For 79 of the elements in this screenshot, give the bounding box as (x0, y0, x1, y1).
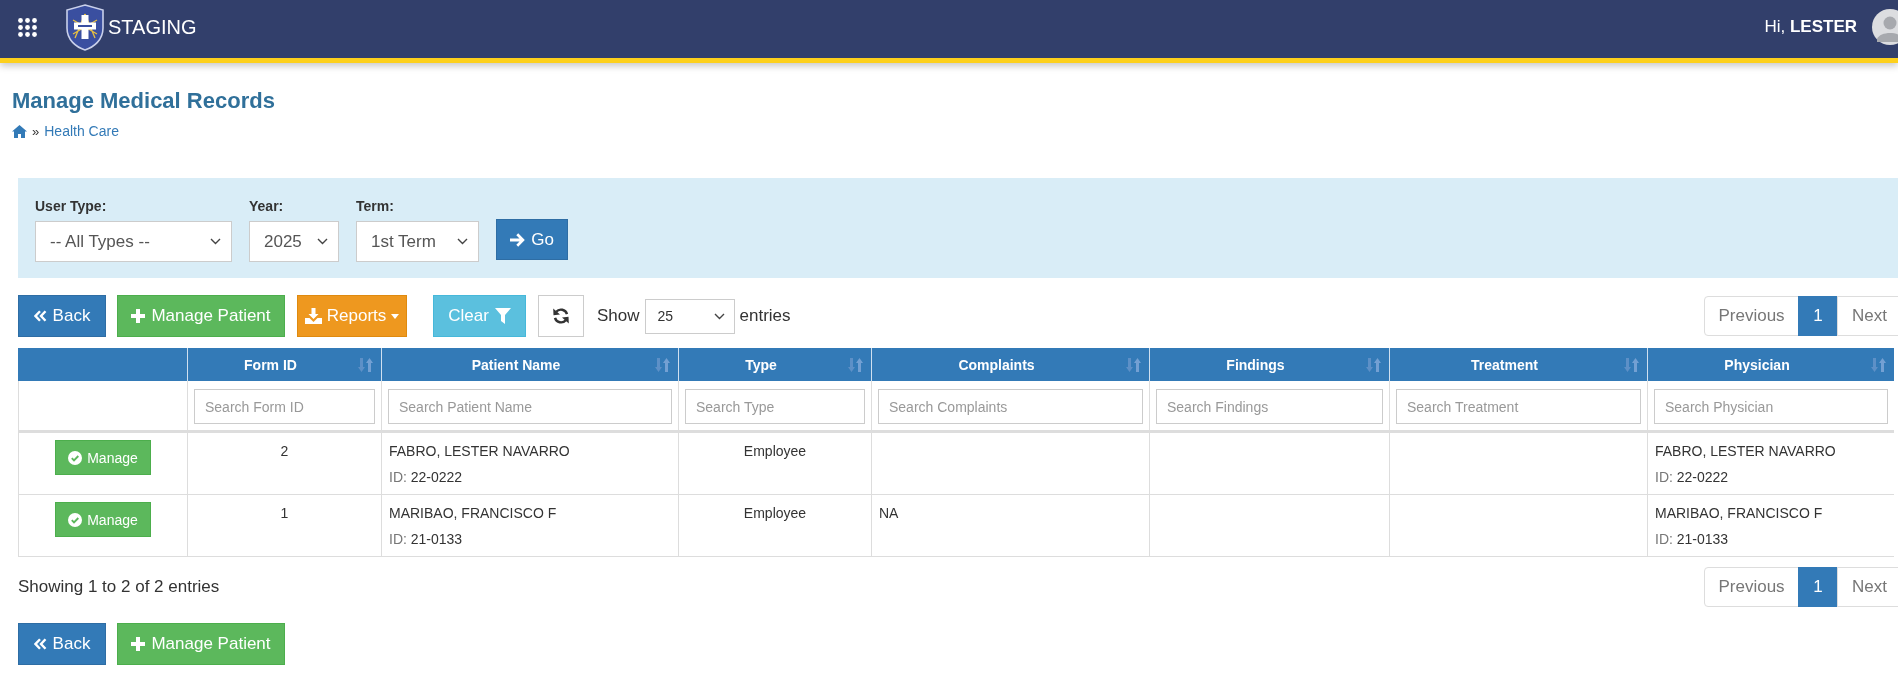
column-header[interactable]: Complaints (872, 348, 1150, 381)
page-title: Manage Medical Records (12, 88, 275, 114)
filter-select[interactable]: 1st Term (356, 221, 479, 262)
sort-icon[interactable] (1366, 357, 1381, 372)
table-cell: 1 (188, 495, 382, 557)
go-button[interactable]: Go (496, 219, 568, 260)
avatar-icon[interactable] (1872, 9, 1898, 45)
manage-button[interactable]: Manage (55, 502, 151, 537)
user-greeting[interactable]: Hi, LESTER (1764, 17, 1857, 37)
table-cell: Employee (679, 495, 872, 557)
app-title: STAGING (108, 15, 197, 39)
reports-button[interactable]: Reports (297, 295, 407, 337)
page-length-select[interactable]: 25 (644, 298, 735, 334)
person-id: ID: 22-0222 (389, 468, 463, 487)
search-field[interactable]: Search Form ID (194, 389, 375, 424)
filter-select[interactable]: 2025 (249, 221, 339, 262)
sort-icon[interactable] (655, 357, 670, 372)
back-button[interactable]: Back (18, 623, 106, 665)
entries-label: entries (739, 306, 791, 326)
double-chevron-left-icon (33, 638, 47, 650)
refresh-button[interactable] (538, 295, 584, 337)
table-cell: Employee (679, 433, 872, 495)
chevron-down-icon (317, 238, 328, 245)
sort-icon[interactable] (358, 357, 373, 372)
manage-patient-button[interactable]: Manage Patient (117, 623, 285, 665)
column-header[interactable]: Treatment (1390, 348, 1648, 381)
breadcrumb-link[interactable]: Health Care (44, 123, 119, 139)
sort-icon[interactable] (848, 357, 863, 372)
filter-icon (494, 308, 511, 324)
page-number-button[interactable]: 1 (1798, 567, 1839, 607)
double-chevron-left-icon (33, 310, 47, 322)
search-field[interactable]: Search Complaints (878, 389, 1143, 424)
column-header[interactable]: Physician (1648, 348, 1894, 381)
person-name: MARIBAO, FRANCISCO F (1655, 504, 1823, 523)
caret-down-icon (391, 313, 400, 319)
sort-icon[interactable] (1624, 357, 1639, 372)
chevron-down-icon (457, 238, 468, 245)
manage-button[interactable]: Manage (55, 440, 151, 475)
check-circle-icon (68, 512, 83, 527)
column-header[interactable]: Findings (1150, 348, 1390, 381)
table-cell: NA (872, 495, 1150, 557)
apps-grid-icon[interactable] (18, 17, 37, 37)
sort-icon[interactable] (1126, 357, 1141, 372)
download-icon (304, 308, 322, 324)
filter-select[interactable]: -- All Types -- (35, 221, 232, 262)
chevron-down-icon (210, 238, 221, 245)
person-id: ID: 21-0133 (1655, 530, 1729, 549)
refresh-icon (552, 307, 570, 325)
sort-icon[interactable] (1871, 357, 1886, 372)
person-name: MARIBAO, FRANCISCO F (389, 504, 557, 523)
chevron-down-icon (713, 312, 725, 320)
home-icon[interactable] (12, 124, 27, 138)
filter-label: User Type: (35, 197, 107, 216)
plus-icon (131, 637, 146, 651)
search-field[interactable]: Search Type (685, 389, 865, 424)
check-circle-icon (68, 450, 83, 465)
column-header[interactable]: Type (679, 348, 872, 381)
shield-logo-icon (65, 3, 105, 51)
person-id: ID: 21-0133 (389, 530, 463, 549)
person-id: ID: 22-0222 (1655, 468, 1729, 487)
back-button[interactable]: Back (18, 295, 106, 337)
person-name: FABRO, LESTER NAVARRO (389, 442, 570, 461)
filter-label: Term: (356, 197, 394, 216)
search-field[interactable]: Search Physician (1654, 389, 1888, 424)
column-header[interactable]: Patient Name (382, 348, 679, 381)
page-number-button[interactable]: 1 (1798, 296, 1839, 336)
show-label: Show (597, 306, 640, 326)
search-field[interactable]: Search Findings (1156, 389, 1383, 424)
table-cell: 2 (188, 433, 382, 495)
arrow-right-icon (510, 232, 526, 247)
manage-patient-button[interactable]: Manage Patient (117, 295, 285, 337)
person-name: FABRO, LESTER NAVARRO (1655, 442, 1836, 461)
column-header[interactable]: Form ID (188, 348, 382, 381)
filter-label: Year: (249, 197, 284, 216)
search-field[interactable]: Search Treatment (1396, 389, 1641, 424)
search-field[interactable]: Search Patient Name (388, 389, 672, 424)
breadcrumb-separator: » (32, 123, 40, 139)
table-info-text: Showing 1 to 2 of 2 entries (18, 577, 220, 597)
plus-icon (131, 309, 146, 323)
